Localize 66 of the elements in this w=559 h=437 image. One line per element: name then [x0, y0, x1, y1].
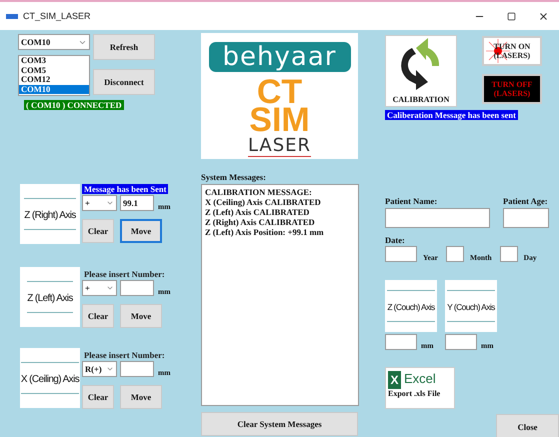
export-excel-button[interactable]: X Excel Export .xls File — [385, 367, 455, 409]
patient-name-label: Patient Name: — [385, 196, 438, 206]
date-field[interactable] — [500, 246, 518, 262]
clear-button[interactable]: Clear — [82, 219, 114, 243]
app-icon — [6, 14, 18, 18]
message-line: Z (Left) Axis Position: +99.1 mm — [205, 227, 324, 237]
turn-off-lasers-button[interactable]: TURN OFF (LASERS) — [482, 74, 542, 104]
logo-title: SIM — [249, 106, 310, 134]
refresh-button[interactable]: Refresh — [93, 34, 155, 60]
export-label: Export .xls File — [388, 389, 440, 398]
move-button[interactable]: Move — [120, 304, 162, 328]
direction-dropdown[interactable]: R(+) — [82, 361, 117, 377]
calibration-message: Caliberation Message has been sent — [385, 110, 518, 120]
axis-label: Y (Couch) Axis — [447, 302, 495, 312]
message-line: CALIBRATION MESSAGE: — [205, 187, 312, 197]
axis-label: Z (Couch) Axis — [387, 302, 435, 312]
distance-field[interactable]: 99.1 — [120, 195, 154, 211]
patient-age-field[interactable] — [503, 208, 549, 228]
axis-message: Message has been Sent — [82, 184, 168, 194]
distance-field[interactable] — [120, 361, 154, 377]
clear-button[interactable]: Clear — [82, 385, 114, 409]
chevron-icon — [106, 365, 114, 373]
brand-logo: behyaar — [208, 42, 350, 72]
window-title: CT_SIM_LASER — [23, 11, 92, 21]
logo-subtitle: LASER — [248, 136, 312, 157]
port-list-item[interactable]: COM12 — [19, 75, 89, 84]
maximize-icon — [506, 12, 516, 20]
close-icon — [538, 10, 548, 22]
clear-button[interactable]: Clear — [82, 304, 114, 328]
port-dropdown[interactable]: COM10 — [18, 34, 90, 50]
clear-messages-button[interactable]: Clear System Messages — [201, 412, 358, 436]
excel-logo-text: Excel — [404, 371, 436, 386]
axis-label: X (Ceiling) Axis — [20, 374, 80, 385]
chevron-icon — [106, 284, 114, 292]
move-button[interactable]: Move — [120, 385, 162, 409]
date-field[interactable] — [385, 246, 417, 262]
port-list[interactable]: COM3 COM5 COM12 COM10 — [18, 55, 90, 96]
spreadsheet-icon: X — [388, 371, 401, 389]
message-line: Z (Left) Axis CALIBRATED — [205, 207, 310, 217]
message-line: X (Ceiling) Axis CALIBRATED — [205, 197, 321, 207]
port-list-item[interactable]: COM3 — [19, 56, 89, 66]
calibration-button[interactable]: CALIBRATION — [385, 35, 457, 107]
axis-label: Z (Left) Axis — [27, 293, 73, 304]
close-app-button[interactable]: Close — [496, 414, 559, 437]
date-label: Date: — [385, 235, 406, 245]
port-list-item[interactable]: COM10 — [19, 84, 89, 94]
messages-box[interactable]: CALIBRATION MESSAGE: X (Ceiling) Axis CALIBRATED Z (Left) Axis CALIBRATED Z (Right) Axis CALIBRATED Z (Left) Axis Position: +99.1 mm — [201, 184, 359, 406]
direction-dropdown[interactable]: + — [82, 280, 117, 296]
move-button[interactable]: Move — [120, 219, 162, 243]
couch-distance-field[interactable] — [445, 334, 477, 350]
axis-label: Z (Right) Axis — [24, 210, 76, 221]
chevron-icon — [106, 199, 114, 207]
axis-message: Please insert Number: — [83, 350, 166, 360]
message-line: Z (Right) Axis CALIBRATED — [205, 217, 315, 227]
logo-title: CT — [256, 78, 302, 106]
patient-name-field[interactable] — [385, 208, 490, 228]
port-list-item[interactable]: COM5 — [19, 66, 89, 75]
distance-field[interactable] — [120, 280, 154, 296]
system-messages-label: System Messages: — [201, 172, 267, 182]
axis-message: Please insert Number: — [83, 269, 166, 279]
disconnect-button[interactable]: Disconnect — [93, 69, 155, 95]
date-field[interactable] — [446, 246, 464, 262]
couch-distance-field[interactable] — [385, 334, 417, 350]
connection-status: ( COM10 ) CONNECTED — [24, 100, 124, 110]
direction-dropdown[interactable]: + — [82, 195, 117, 211]
patient-age-label: Patient Age: — [503, 196, 549, 206]
